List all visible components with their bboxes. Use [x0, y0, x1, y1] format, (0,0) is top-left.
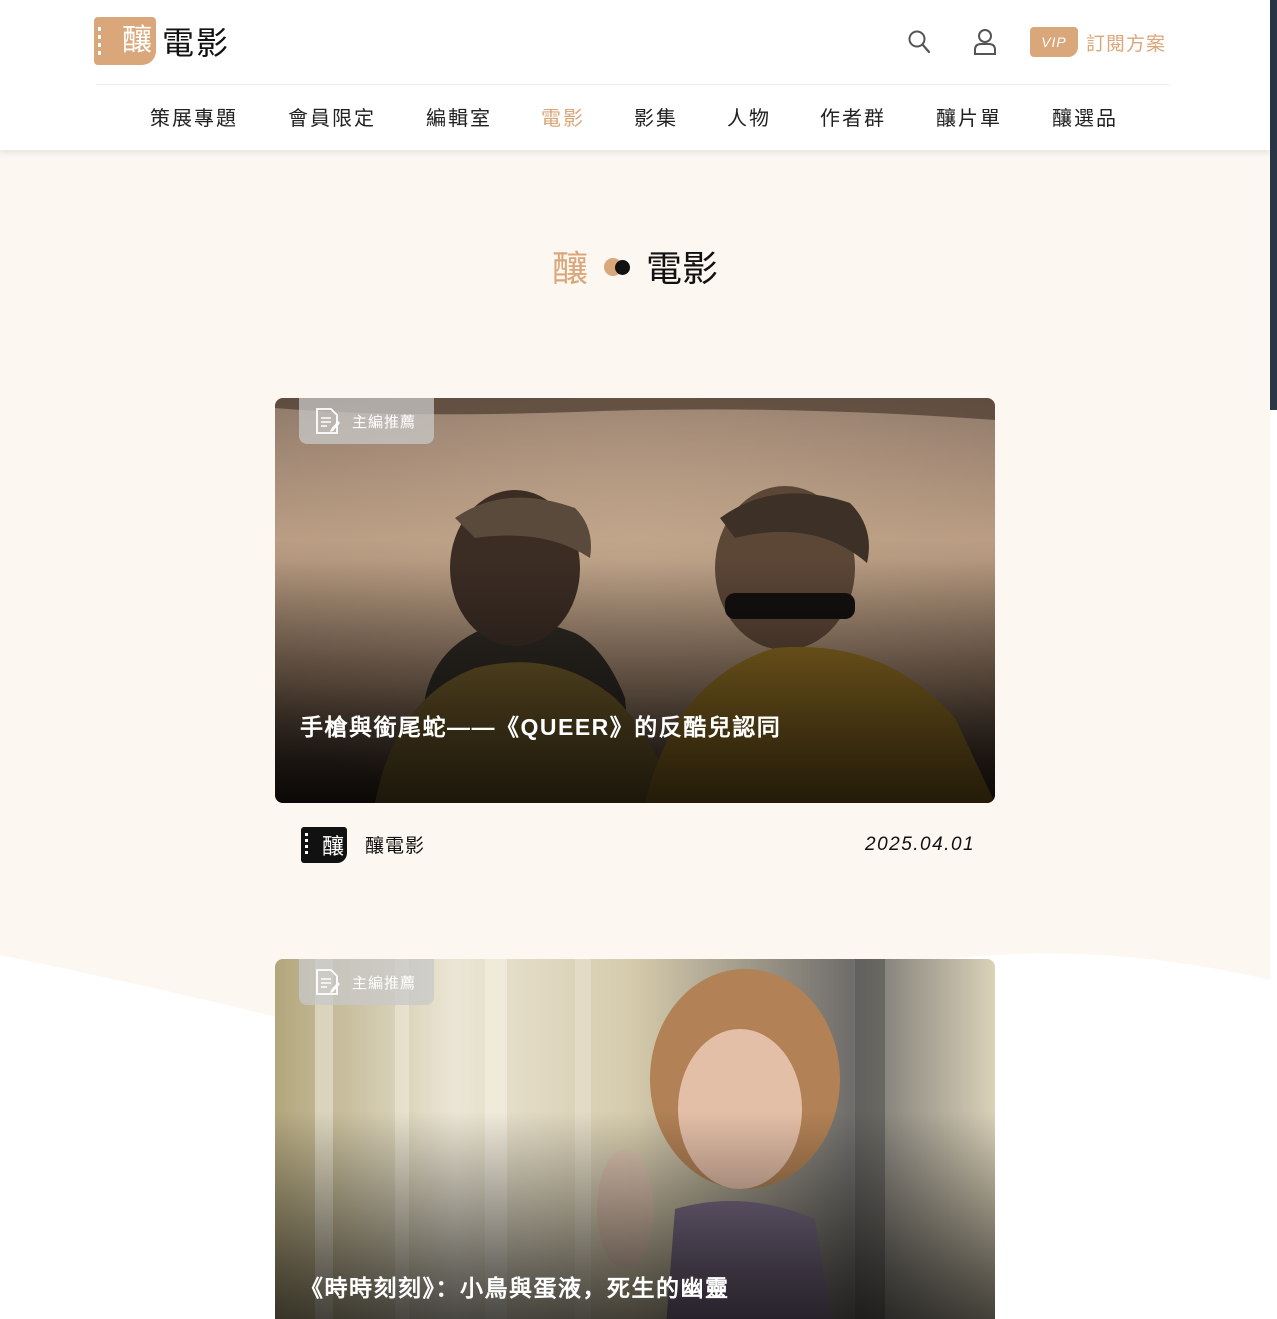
article-title[interactable]: 手槍與銜尾蛇——《QUEER》的反酷兒認同 [300, 708, 781, 742]
image-overlay [275, 560, 995, 803]
article-title[interactable]: 《時時刻刻》：小鳥與蛋液，死生的幽靈 [300, 1269, 730, 1303]
header-divider [96, 84, 1170, 85]
document-icon [316, 969, 340, 995]
nav-item-editorial[interactable]: 編輯室 [426, 98, 492, 134]
site-header: 釀 電影 VIP 訂閱方案 策展專題 會員限定 編輯室 電影 影集 人物 作者群… [0, 0, 1270, 150]
logo-glyph: 釀 [122, 23, 152, 58]
document-icon [316, 408, 340, 434]
title-dots-icon [604, 256, 632, 276]
vip-badge: VIP [1030, 27, 1078, 57]
article-author[interactable]: 釀 釀電影 [292, 813, 429, 876]
page-title-brand: 釀 [551, 249, 588, 290]
nav-item-shop[interactable]: 釀選品 [1052, 98, 1118, 134]
nav-item-film[interactable]: 電影 [541, 98, 585, 134]
search-icon[interactable] [897, 23, 941, 61]
article-date: 2025.04.01 [865, 834, 976, 855]
avatar-glyph: 釀 [321, 834, 344, 860]
nav-item-authors[interactable]: 作者群 [820, 98, 886, 134]
nav-item-people[interactable]: 人物 [727, 98, 771, 134]
page-title: 釀 電影 [0, 240, 1270, 292]
page-title-category: 電影 [646, 249, 719, 290]
nav-item-series[interactable]: 影集 [634, 98, 678, 134]
editor-pick-badge: 主編推薦 [299, 398, 434, 444]
scrollbar-thumb[interactable] [1270, 0, 1277, 410]
author-avatar: 釀 [301, 826, 347, 863]
author-name: 釀電影 [365, 836, 426, 857]
nav-item-members-only[interactable]: 會員限定 [288, 98, 376, 134]
logo-text: 電影 [162, 24, 231, 62]
logo-mark: 釀 [94, 17, 156, 65]
nav-item-film-list[interactable]: 釀片單 [936, 98, 1002, 134]
article-card[interactable]: 主編推薦 手槍與銜尾蛇——《QUEER》的反酷兒認同 [275, 398, 995, 803]
nav-item-curated-topics[interactable]: 策展專題 [150, 98, 238, 134]
badge-label: 主編推薦 [352, 974, 417, 992]
badge-label: 主編推薦 [352, 413, 417, 431]
editor-pick-badge: 主編推薦 [299, 959, 434, 1005]
site-logo[interactable]: 釀 電影 [94, 16, 232, 66]
subscribe-label: 訂閱方案 [1086, 33, 1167, 55]
user-icon[interactable] [963, 23, 1007, 61]
subscribe-button[interactable]: VIP 訂閱方案 [1030, 23, 1176, 61]
article-card[interactable]: 主編推薦 《時時刻刻》：小鳥與蛋液，死生的幽靈 [275, 959, 995, 1319]
